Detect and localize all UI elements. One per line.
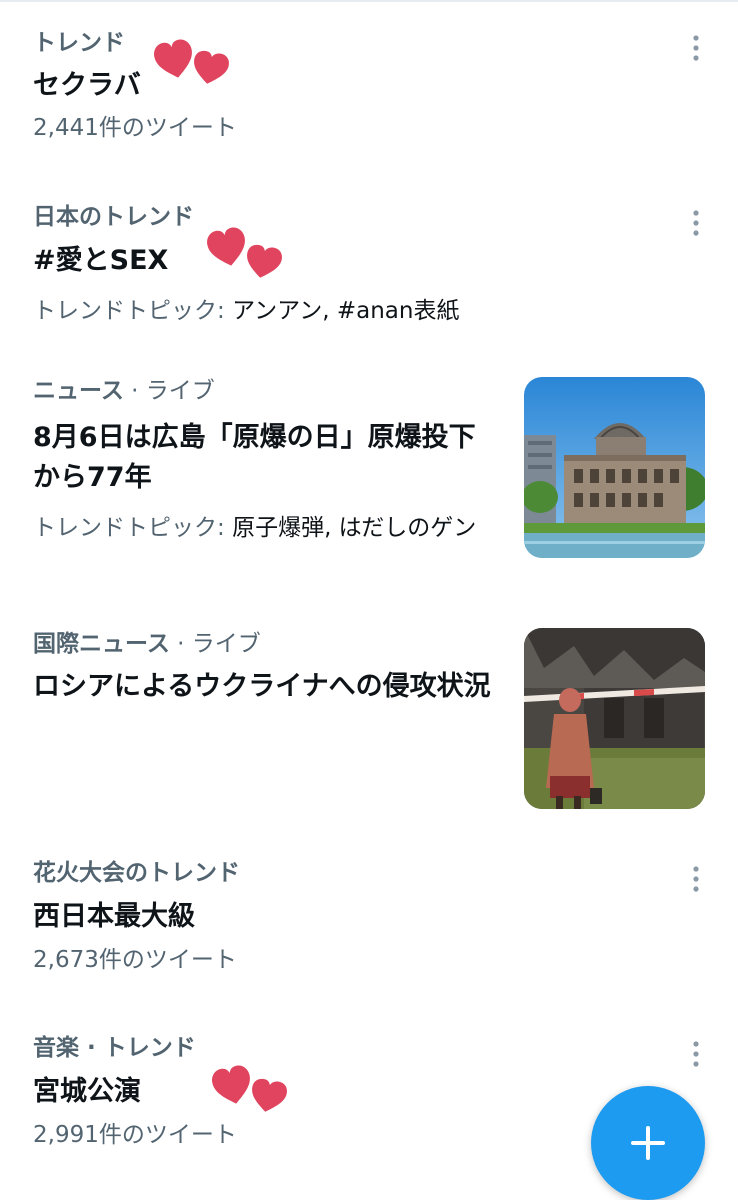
trend-tweet-count: 2,441件のツイート — [33, 115, 237, 141]
more-vertical-icon — [693, 210, 699, 236]
trend-topics-label: トレンドトピック: — [33, 298, 233, 324]
trend-topics-value: 原子爆弾, はだしのゲン — [232, 515, 477, 541]
atomic-bomb-dome-photo — [524, 377, 705, 558]
more-options-button[interactable] — [682, 1039, 710, 1069]
plus-icon — [631, 1126, 665, 1160]
compose-tweet-button[interactable] — [591, 1086, 705, 1200]
trend-tweet-count: 2,991件のツイート — [33, 1122, 237, 1148]
trend-item[interactable]: 日本のトレンド #愛とSEX トレンドトピック: アンアン, #anan表紙 — [0, 175, 738, 355]
trend-title: ロシアによるウクライナへの侵攻状況 — [33, 671, 491, 702]
trend-title: 西日本最大級 — [33, 901, 195, 932]
trend-category: 国際ニュース · ライブ — [33, 629, 261, 659]
more-vertical-icon — [693, 866, 699, 892]
trend-topics-label: トレンドトピック: — [33, 515, 233, 541]
more-vertical-icon — [693, 35, 699, 61]
hearts-sticker — [212, 1065, 287, 1112]
trend-topics-value: アンアン, #anan表紙 — [232, 298, 460, 324]
trend-title: セクラバ — [33, 70, 141, 101]
more-vertical-icon — [693, 1041, 699, 1067]
trend-topics: トレンドトピック: アンアン, #anan表紙 — [33, 293, 459, 329]
live-label: · ライブ — [123, 378, 215, 404]
news-source: ニュース — [33, 378, 124, 404]
trend-title: 8月6日は広島「原爆の日」原爆投下から77年 — [33, 422, 476, 493]
trend-item[interactable]: ニュース · ライブ 8月6日は広島「原爆の日」原爆投下から77年 トレンドトピ… — [0, 360, 738, 600]
news-source: 国際ニュース — [33, 631, 170, 657]
more-options-button[interactable] — [682, 33, 710, 63]
news-thumbnail[interactable] — [524, 377, 705, 558]
trend-category: トレンド — [33, 30, 125, 56]
trend-item[interactable]: 国際ニュース · ライブ ロシアによるウクライナへの侵攻状況 — [0, 613, 738, 833]
hearts-sticker — [207, 227, 282, 278]
live-label: · ライブ — [169, 631, 261, 657]
more-options-button[interactable] — [682, 208, 710, 238]
trend-category: 花火大会のトレンド — [33, 860, 240, 886]
trend-title: #愛とSEX — [33, 245, 169, 276]
news-thumbnail[interactable] — [524, 628, 705, 809]
trend-topics: トレンドトピック: 原子爆弾, はだしのゲン — [33, 510, 493, 546]
trend-title: 宮城公演 — [33, 1076, 141, 1107]
hearts-sticker — [154, 39, 229, 84]
trend-category: 音楽 · トレンド — [33, 1035, 196, 1061]
more-options-button[interactable] — [682, 864, 710, 894]
trend-tweet-count: 2,673件のツイート — [33, 947, 237, 973]
woman-ruins-photo — [524, 628, 705, 809]
trend-category: ニュース · ライブ — [33, 376, 215, 406]
trend-category: 日本のトレンド — [33, 204, 194, 230]
trend-item[interactable]: 花火大会のトレンド 西日本最大級 2,673件のツイート — [0, 845, 738, 1015]
trend-item[interactable]: トレンド セクラバ 2,441件のツイート — [0, 0, 738, 160]
